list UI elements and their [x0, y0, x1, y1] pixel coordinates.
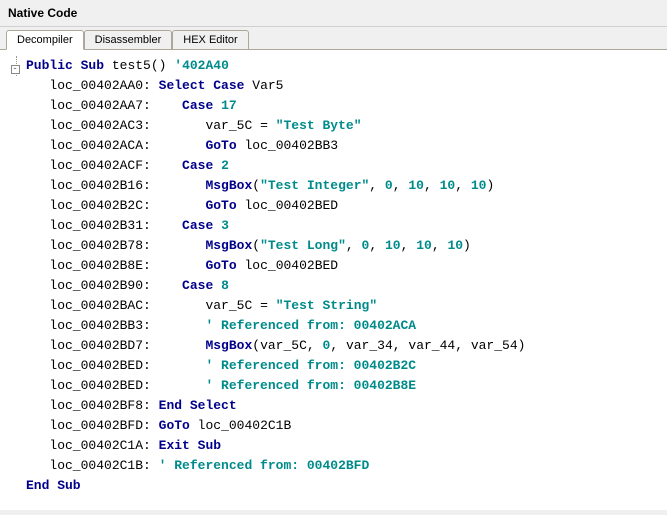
code-line[interactable]: loc_00402AA0: Select Case Var5	[4, 76, 657, 96]
code-line[interactable]: loc_00402B90: Case 8	[4, 276, 657, 296]
code-content: Public Sub test5() '402A40	[26, 56, 657, 76]
code-line[interactable]: loc_00402AC3: var_5C = "Test Byte"	[4, 116, 657, 136]
code-content: loc_00402B78: MsgBox("Test Long", 0, 10,…	[26, 236, 657, 256]
code-content: loc_00402BED: ' Referenced from: 00402B2…	[26, 356, 657, 376]
code-content: loc_00402C1B: ' Referenced from: 00402BF…	[26, 456, 657, 476]
code-line[interactable]: loc_00402B78: MsgBox("Test Long", 0, 10,…	[4, 236, 657, 256]
code-line[interactable]: loc_00402B2C: GoTo loc_00402BED	[4, 196, 657, 216]
code-line[interactable]: loc_00402AA7: Case 17	[4, 96, 657, 116]
code-content: loc_00402AC3: var_5C = "Test Byte"	[26, 116, 657, 136]
code-line[interactable]: loc_00402C1B: ' Referenced from: 00402BF…	[4, 456, 657, 476]
code-content: loc_00402AA0: Select Case Var5	[26, 76, 657, 96]
code-line[interactable]: loc_00402BAC: var_5C = "Test String"	[4, 296, 657, 316]
code-line[interactable]: loc_00402ACA: GoTo loc_00402BB3	[4, 136, 657, 156]
code-content: loc_00402BED: ' Referenced from: 00402B8…	[26, 376, 657, 396]
code-line[interactable]: End Sub	[4, 476, 657, 496]
code-content: loc_00402ACA: GoTo loc_00402BB3	[26, 136, 657, 156]
code-content: loc_00402C1A: Exit Sub	[26, 436, 657, 456]
code-content: loc_00402B90: Case 8	[26, 276, 657, 296]
code-line[interactable]: loc_00402B31: Case 3	[4, 216, 657, 236]
code-line[interactable]: loc_00402BED: ' Referenced from: 00402B8…	[4, 376, 657, 396]
code-content: loc_00402BD7: MsgBox(var_5C, 0, var_34, …	[26, 336, 657, 356]
gutter: -	[4, 56, 26, 76]
code-line[interactable]: loc_00402ACF: Case 2	[4, 156, 657, 176]
code-line[interactable]: loc_00402BED: ' Referenced from: 00402B2…	[4, 356, 657, 376]
code-content: loc_00402B8E: GoTo loc_00402BED	[26, 256, 657, 276]
code-line[interactable]: -Public Sub test5() '402A40	[4, 56, 657, 76]
code-content: loc_00402AA7: Case 17	[26, 96, 657, 116]
code-line[interactable]: loc_00402B16: MsgBox("Test Integer", 0, …	[4, 176, 657, 196]
code-line[interactable]: loc_00402BF8: End Select	[4, 396, 657, 416]
code-content: loc_00402BFD: GoTo loc_00402C1B	[26, 416, 657, 436]
code-content: loc_00402B2C: GoTo loc_00402BED	[26, 196, 657, 216]
tab-disassembler[interactable]: Disassembler	[84, 30, 173, 49]
code-view[interactable]: -Public Sub test5() '402A40 loc_00402AA0…	[0, 50, 667, 510]
code-content: loc_00402BF8: End Select	[26, 396, 657, 416]
code-content: End Sub	[26, 476, 657, 496]
tab-hex-editor[interactable]: HEX Editor	[172, 30, 248, 49]
code-line[interactable]: loc_00402BD7: MsgBox(var_5C, 0, var_34, …	[4, 336, 657, 356]
view-tabs: Decompiler Disassembler HEX Editor	[0, 27, 667, 50]
code-content: loc_00402BAC: var_5C = "Test String"	[26, 296, 657, 316]
code-content: loc_00402BB3: ' Referenced from: 00402AC…	[26, 316, 657, 336]
tab-decompiler[interactable]: Decompiler	[6, 30, 84, 50]
code-content: loc_00402ACF: Case 2	[26, 156, 657, 176]
code-line[interactable]: loc_00402BFD: GoTo loc_00402C1B	[4, 416, 657, 436]
code-content: loc_00402B31: Case 3	[26, 216, 657, 236]
panel-title: Native Code	[0, 0, 667, 27]
code-line[interactable]: loc_00402C1A: Exit Sub	[4, 436, 657, 456]
collapse-toggle-icon[interactable]: -	[11, 65, 20, 74]
code-line[interactable]: loc_00402BB3: ' Referenced from: 00402AC…	[4, 316, 657, 336]
code-content: loc_00402B16: MsgBox("Test Integer", 0, …	[26, 176, 657, 196]
code-line[interactable]: loc_00402B8E: GoTo loc_00402BED	[4, 256, 657, 276]
